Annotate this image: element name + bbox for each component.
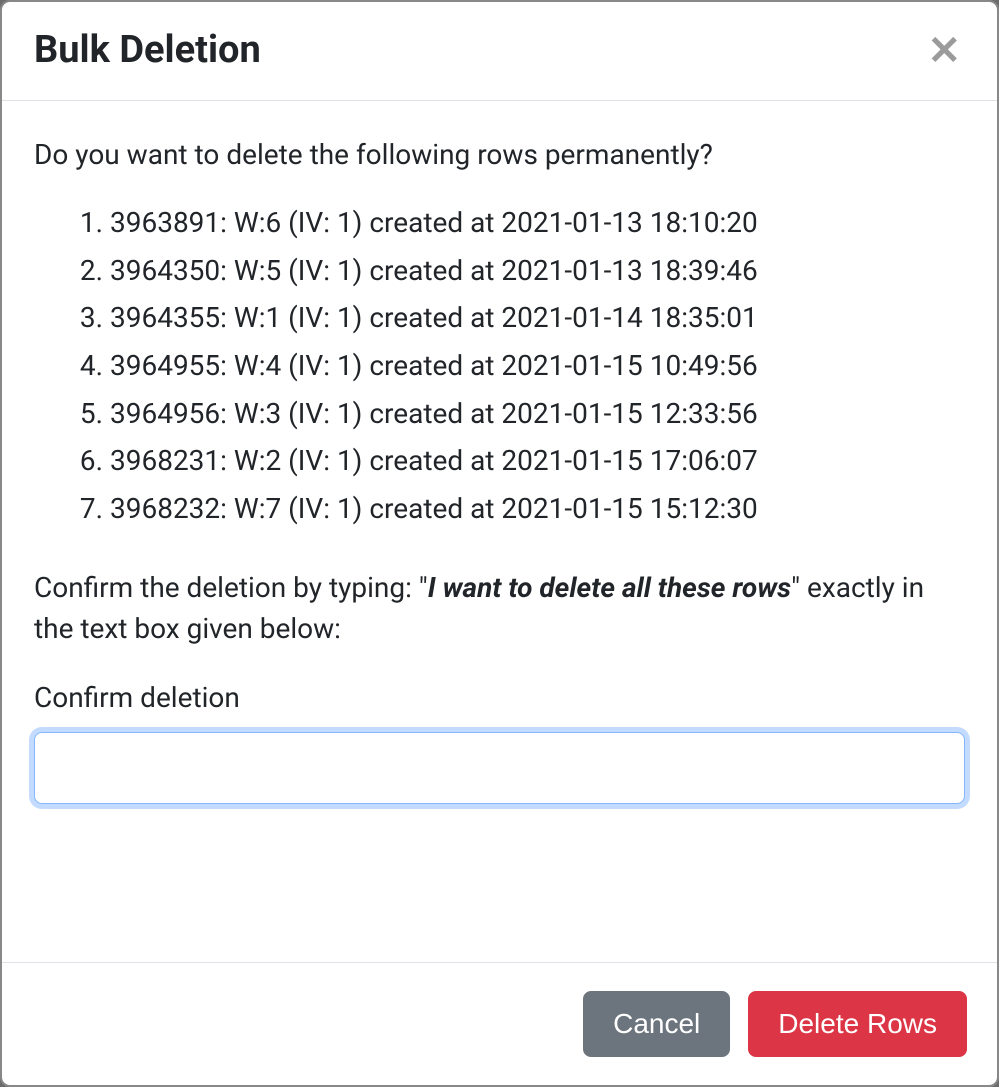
- modal-body: Do you want to delete the following rows…: [2, 101, 997, 963]
- list-item: 3964955: W:4 (IV: 1) created at 2021-01-…: [110, 342, 965, 390]
- list-item: 3968231: W:2 (IV: 1) created at 2021-01-…: [110, 437, 965, 485]
- list-item: 3964355: W:1 (IV: 1) created at 2021-01-…: [110, 294, 965, 342]
- modal-footer: Cancel Delete Rows: [2, 962, 997, 1085]
- confirm-deletion-input[interactable]: [34, 732, 965, 804]
- list-item: 3968232: W:7 (IV: 1) created at 2021-01-…: [110, 485, 965, 533]
- cancel-button[interactable]: Cancel: [583, 991, 730, 1057]
- close-icon: ✕: [927, 29, 961, 73]
- confirm-prefix: Confirm the deletion by typing: ": [34, 571, 428, 604]
- list-item: 3963891: W:6 (IV: 1) created at 2021-01-…: [110, 199, 965, 247]
- confirm-phrase: I want to delete all these rows: [428, 571, 791, 604]
- delete-rows-button[interactable]: Delete Rows: [748, 991, 967, 1057]
- list-item: 3964956: W:3 (IV: 1) created at 2021-01-…: [110, 390, 965, 438]
- confirm-instructions: Confirm the deletion by typing: "I want …: [34, 568, 965, 649]
- bulk-delete-modal: Bulk Deletion ✕ Do you want to delete th…: [0, 0, 999, 1087]
- confirm-field-label: Confirm deletion: [34, 678, 965, 719]
- rows-list: 3963891: W:6 (IV: 1) created at 2021-01-…: [34, 199, 965, 532]
- delete-prompt: Do you want to delete the following rows…: [34, 135, 965, 176]
- modal-title: Bulk Deletion: [34, 28, 261, 74]
- list-item: 3964350: W:5 (IV: 1) created at 2021-01-…: [110, 247, 965, 295]
- close-button[interactable]: ✕: [923, 31, 965, 71]
- modal-header: Bulk Deletion ✕: [2, 2, 997, 101]
